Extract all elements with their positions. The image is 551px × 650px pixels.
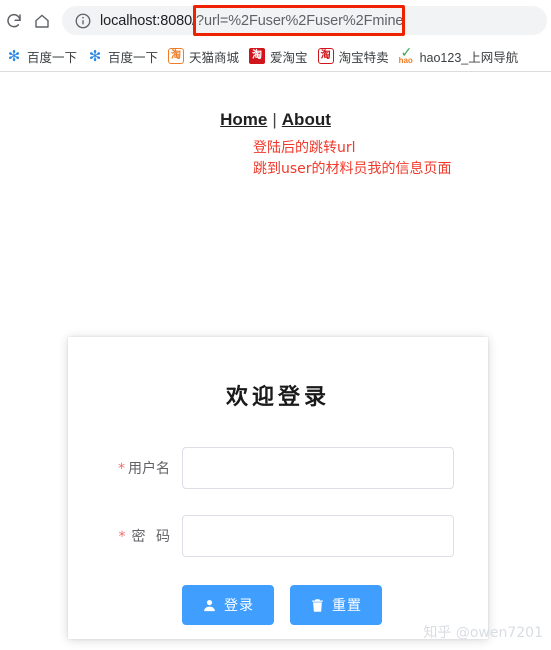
password-input[interactable] xyxy=(182,515,454,557)
reload-button[interactable] xyxy=(2,9,26,33)
password-label: * 密 码 xyxy=(104,526,182,546)
browser-toolbar: localhost:8080/?url=%2Fuser%2Fuser%2Fmin… xyxy=(0,0,551,41)
bookmark-taobao-sale[interactable]: 淘 淘宝特卖 xyxy=(316,44,395,68)
form-row-username: * 用户名 xyxy=(68,447,488,489)
username-label-text: 用户名 xyxy=(128,461,170,477)
url-query: ?url=%2Fuser%2Fuser%2Fmine xyxy=(196,12,404,29)
home-icon xyxy=(35,14,49,28)
taobao-sale-icon: 淘 xyxy=(317,48,334,64)
username-label: * 用户名 xyxy=(104,458,182,478)
watermark: 知乎 @owen7201 xyxy=(423,625,543,641)
bookmark-hao123[interactable]: ✓ hao hao123_上网导航 xyxy=(397,44,525,68)
bookmark-label: 淘宝特卖 xyxy=(338,50,389,65)
required-asterisk: * xyxy=(118,529,129,545)
home-button[interactable] xyxy=(30,9,54,33)
login-title: 欢迎登录 xyxy=(225,385,330,410)
site-nav: Home | About xyxy=(0,110,551,130)
bookmark-label: 百度一下 xyxy=(27,50,78,65)
login-button-row: 登录 重置 xyxy=(68,585,488,625)
bookmark-label: hao123_上网导航 xyxy=(419,50,519,65)
annotation-line-1: 登陆后的跳转url xyxy=(253,140,356,156)
nav-link-home[interactable]: Home xyxy=(220,110,267,129)
login-card: 欢迎登录 * 用户名 * 密 码 登录 重置 xyxy=(68,337,488,639)
bookmark-aitaobao[interactable]: 淘 爱淘宝 xyxy=(247,44,314,68)
user-icon xyxy=(202,598,217,613)
bookmark-label: 天猫商城 xyxy=(189,50,240,65)
address-bar[interactable]: localhost:8080/?url=%2Fuser%2Fuser%2Fmin… xyxy=(62,6,547,35)
nav-separator: | xyxy=(272,110,277,129)
bookmark-label: 百度一下 xyxy=(108,50,159,65)
login-button-label: 登录 xyxy=(224,598,254,614)
bookmark-baidu-2[interactable]: ✻ 百度一下 xyxy=(85,44,164,68)
login-button[interactable]: 登录 xyxy=(182,585,274,625)
info-circle-icon xyxy=(75,13,91,28)
baidu-paw-icon: ✻ xyxy=(7,47,21,65)
bookmarks-bar: ✻ 百度一下 ✻ 百度一下 淘 天猫商城 淘 爱淘宝 淘 淘宝特卖 ✓ hao … xyxy=(0,41,551,71)
url-text: localhost:8080/?url=%2Fuser%2Fuser%2Fmin… xyxy=(100,13,403,29)
hao-text: hao xyxy=(398,56,413,65)
baidu-paw-icon: ✻ xyxy=(88,47,102,65)
annotation-line-2: 跳到user的材料员我的信息页面 xyxy=(253,161,452,177)
reset-button-label: 重置 xyxy=(332,598,362,614)
form-row-password: * 密 码 xyxy=(68,515,488,557)
screenshot-root: localhost:8080/?url=%2Fuser%2Fuser%2Fmin… xyxy=(0,0,551,650)
tmall-icon: 淘 xyxy=(168,48,185,64)
hao123-icon: ✓ hao xyxy=(398,45,415,65)
bookmark-baidu-1[interactable]: ✻ 百度一下 xyxy=(4,44,83,68)
url-host: localhost:8080/ xyxy=(100,12,197,29)
trash-icon xyxy=(310,598,325,613)
required-asterisk: * xyxy=(118,461,125,477)
reload-icon xyxy=(7,13,21,28)
bookmark-label: 爱淘宝 xyxy=(270,50,308,65)
nav-link-about[interactable]: About xyxy=(282,110,331,129)
web-page: Home | About 登陆后的跳转url 跳到user的材料员我的信息页面 欢迎… xyxy=(0,72,551,650)
annotation-text: 登陆后的跳转url 跳到user的材料员我的信息页面 xyxy=(253,138,452,180)
taobao-icon: 淘 xyxy=(249,48,266,64)
reset-button[interactable]: 重置 xyxy=(290,585,382,625)
username-input[interactable] xyxy=(182,447,454,489)
bookmark-tmall[interactable]: 淘 天猫商城 xyxy=(166,44,245,68)
password-label-text: 密 码 xyxy=(131,529,173,545)
